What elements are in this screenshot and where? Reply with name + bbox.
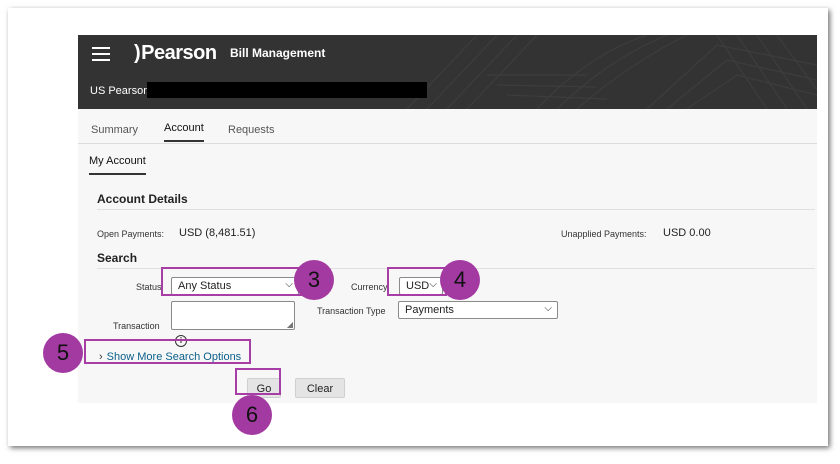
org-name: US Pearson — [90, 85, 150, 97]
open-payments-value: USD (8,481.51) — [179, 227, 256, 239]
chevron-down-icon: ⌵ — [544, 303, 552, 314]
callout-6: 6 — [232, 395, 272, 435]
clear-button[interactable]: Clear — [295, 378, 345, 398]
search-heading: Search — [97, 251, 138, 265]
status-label: Status — [136, 282, 162, 292]
redaction-bar — [147, 82, 427, 98]
transaction-type-select[interactable]: Payments ⌵ — [398, 301, 558, 319]
callout-3: 3 — [294, 260, 334, 300]
unapplied-payments-label: Unapplied Payments: — [561, 229, 647, 239]
screenshot-frame: ) Pearson Bill Management US Pearson Summ… — [8, 8, 828, 446]
callout-4: 4 — [440, 260, 480, 300]
menu-icon[interactable] — [92, 47, 110, 61]
tab-summary[interactable]: Summary — [91, 124, 138, 136]
tab-account[interactable]: Account — [164, 122, 204, 142]
go-highlight — [235, 368, 281, 395]
divider — [97, 209, 815, 210]
callout-5: 5 — [43, 333, 83, 373]
currency-label: Currency — [351, 282, 388, 292]
more-options-highlight — [84, 339, 251, 364]
unapplied-payments-value: USD 0.00 — [663, 227, 711, 239]
header-pattern — [406, 35, 817, 109]
pearson-logo: ) Pearson — [134, 42, 217, 64]
currency-highlight — [387, 267, 447, 296]
account-details-heading: Account Details — [97, 192, 188, 206]
tab-bar: Summary Account Requests — [78, 109, 817, 144]
subtab-my-account[interactable]: My Account — [89, 155, 146, 175]
transaction-label: Transaction — [113, 321, 160, 331]
tab-requests[interactable]: Requests — [228, 124, 274, 136]
resize-grip-icon[interactable]: ◢ — [287, 320, 293, 329]
app-header: ) Pearson Bill Management US Pearson — [78, 35, 817, 109]
open-payments-label: Open Payments: — [97, 229, 165, 239]
app-title: Bill Management — [230, 46, 326, 60]
transaction-type-label: Transaction Type — [317, 306, 386, 316]
transaction-input[interactable]: ◢ — [171, 301, 295, 330]
status-highlight — [161, 267, 302, 296]
